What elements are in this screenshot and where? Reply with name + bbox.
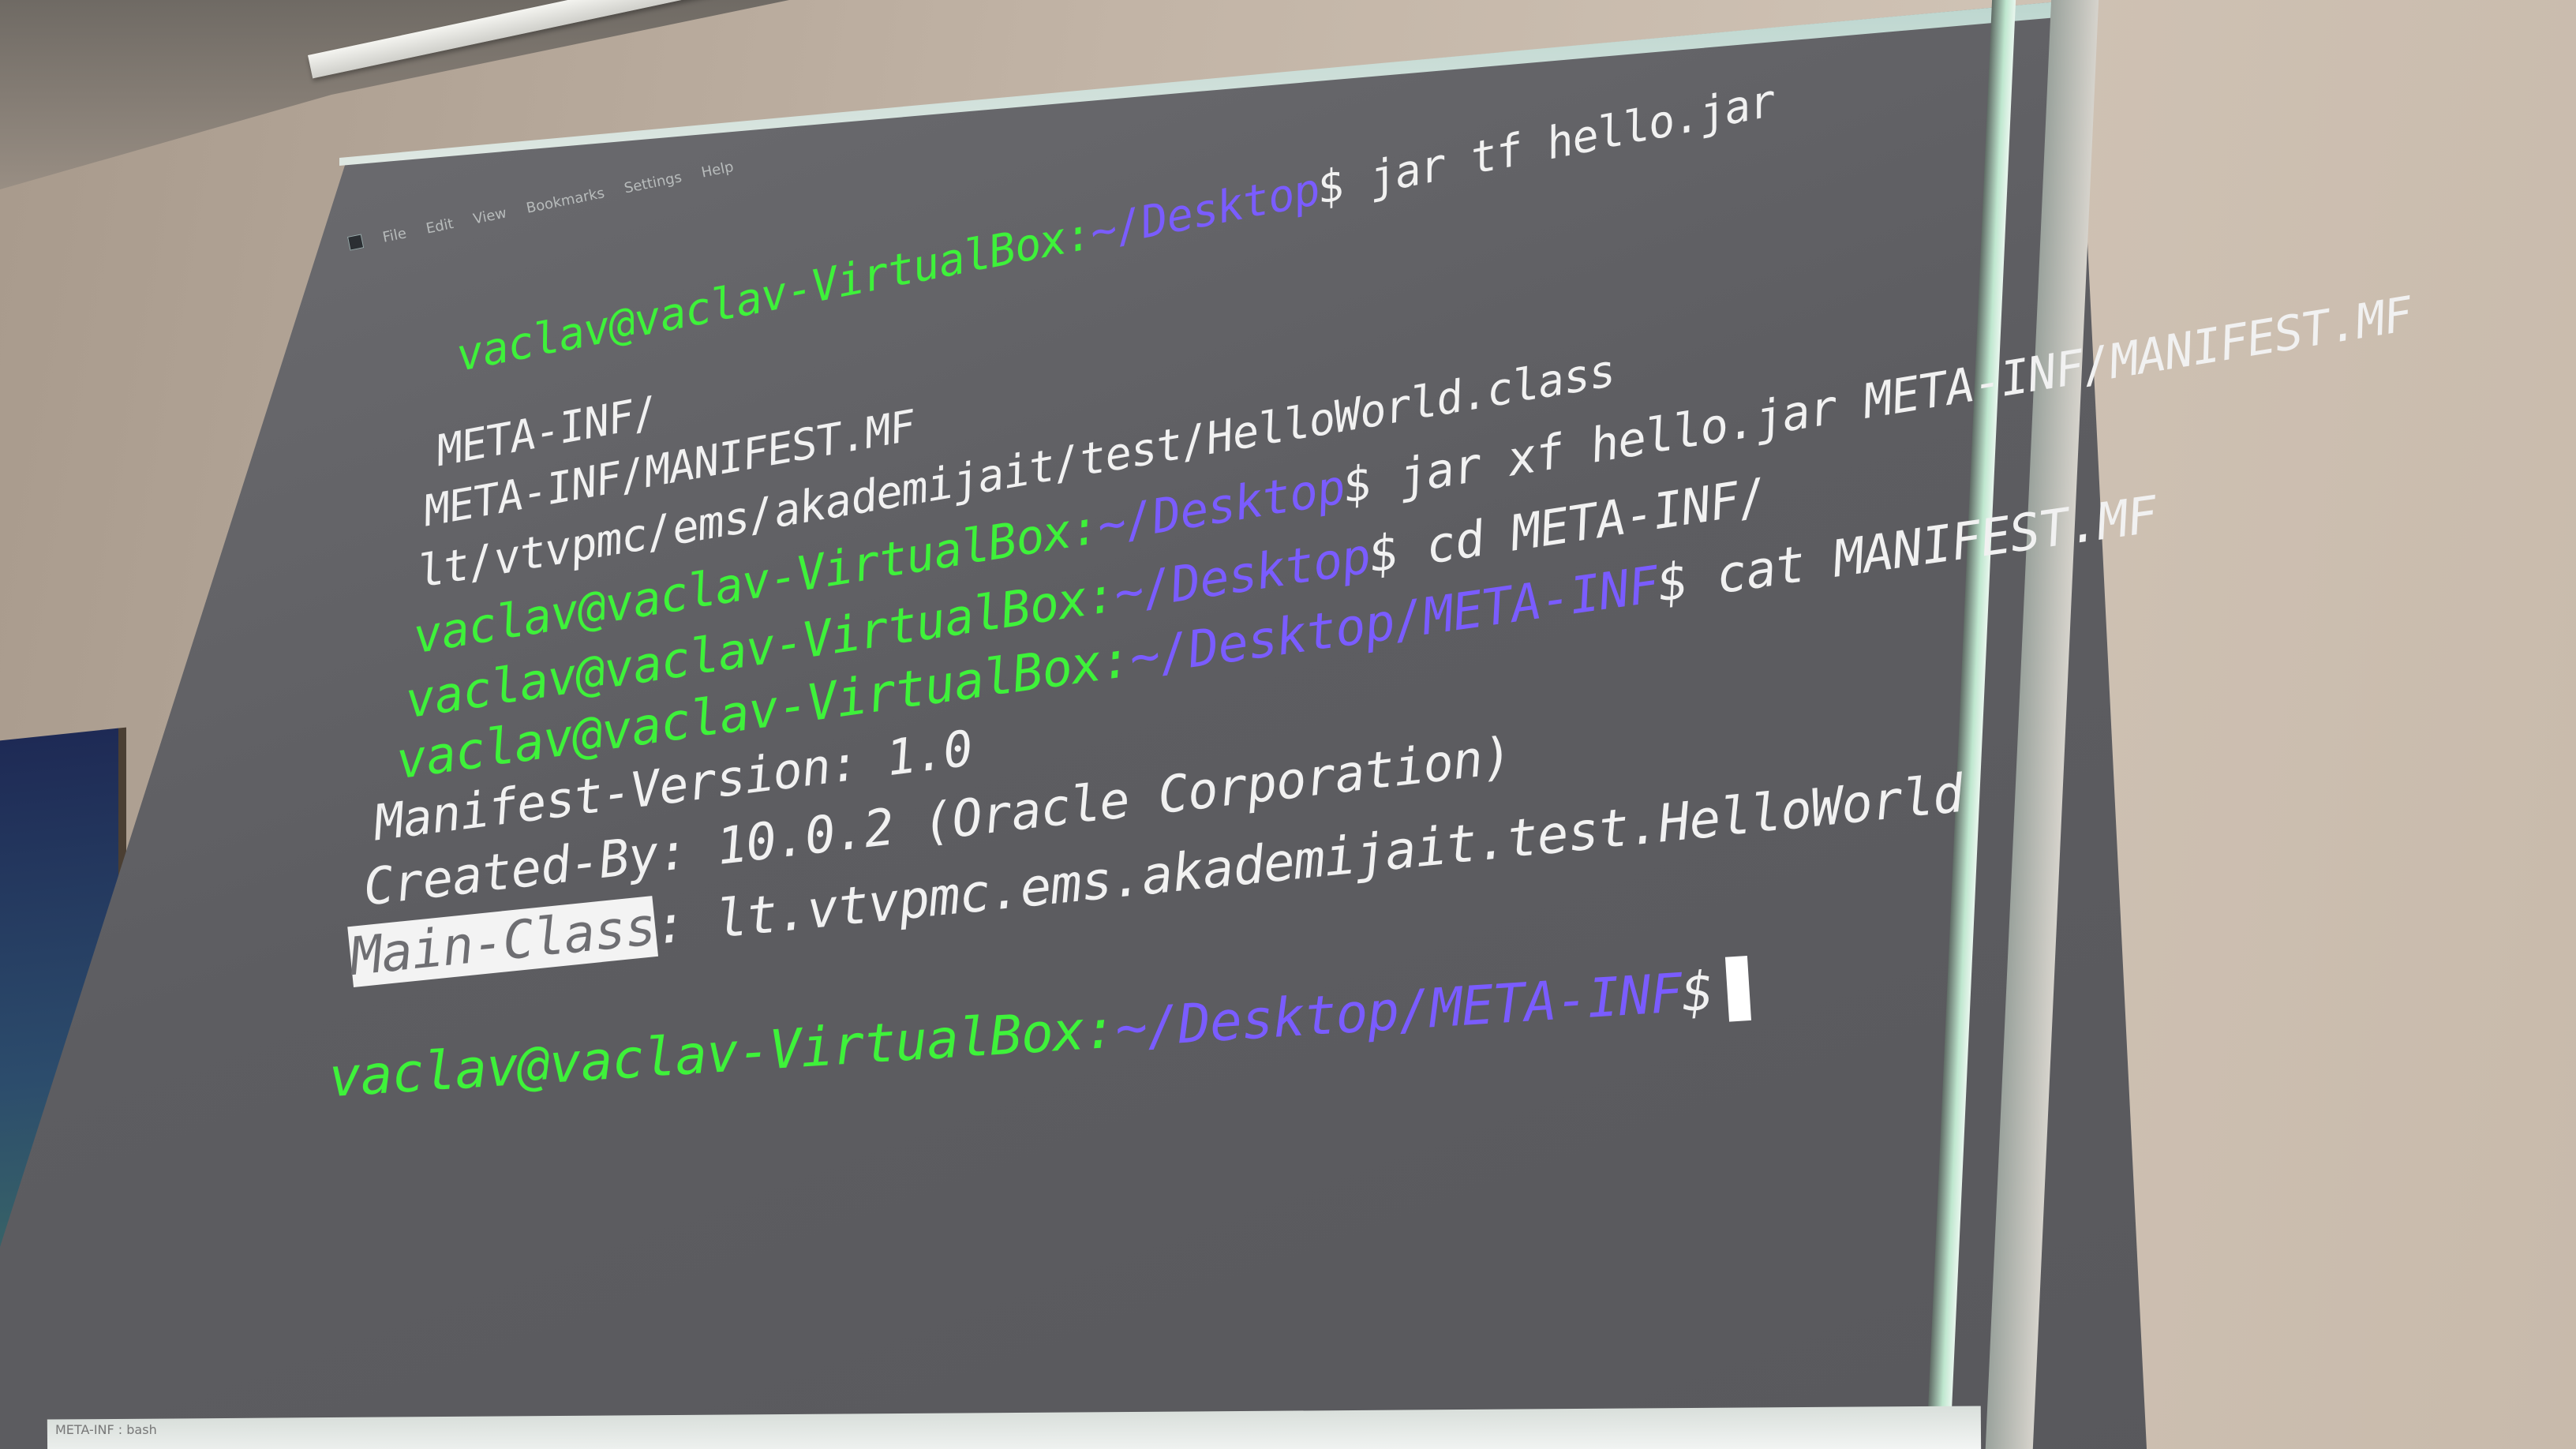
taskbar-terminal-item[interactable]: META-INF : bash: [55, 1422, 157, 1437]
prompt-dollar: $: [1653, 548, 1721, 614]
prompt-dollar: $: [1313, 154, 1375, 215]
terminal-output[interactable]: vaclav@vaclav-VirtualBox:~/Desktop$ jar …: [0, 0, 2416, 1110]
prompt-path: ~/Desktop/META-INF: [1125, 556, 1662, 688]
terminal-app-icon: [347, 234, 365, 251]
prompt-separator: :: [1081, 998, 1118, 1062]
prompt-path: ~/Desktop: [1085, 163, 1324, 259]
text-cursor: [1724, 956, 1752, 1022]
command-text: cat MANIFEST.MF: [1712, 485, 2161, 606]
prompt-dollar: $: [1679, 960, 1716, 1025]
room-background: File Edit View Bookmarks Settings Help v…: [0, 0, 2576, 1449]
prompt-user: vaclav@vaclav-VirtualBox: [327, 1000, 1086, 1110]
command-text: jar tf hello.jar: [1364, 75, 1780, 205]
prompt-path: ~/Desktop/META-INF: [1113, 962, 1684, 1061]
